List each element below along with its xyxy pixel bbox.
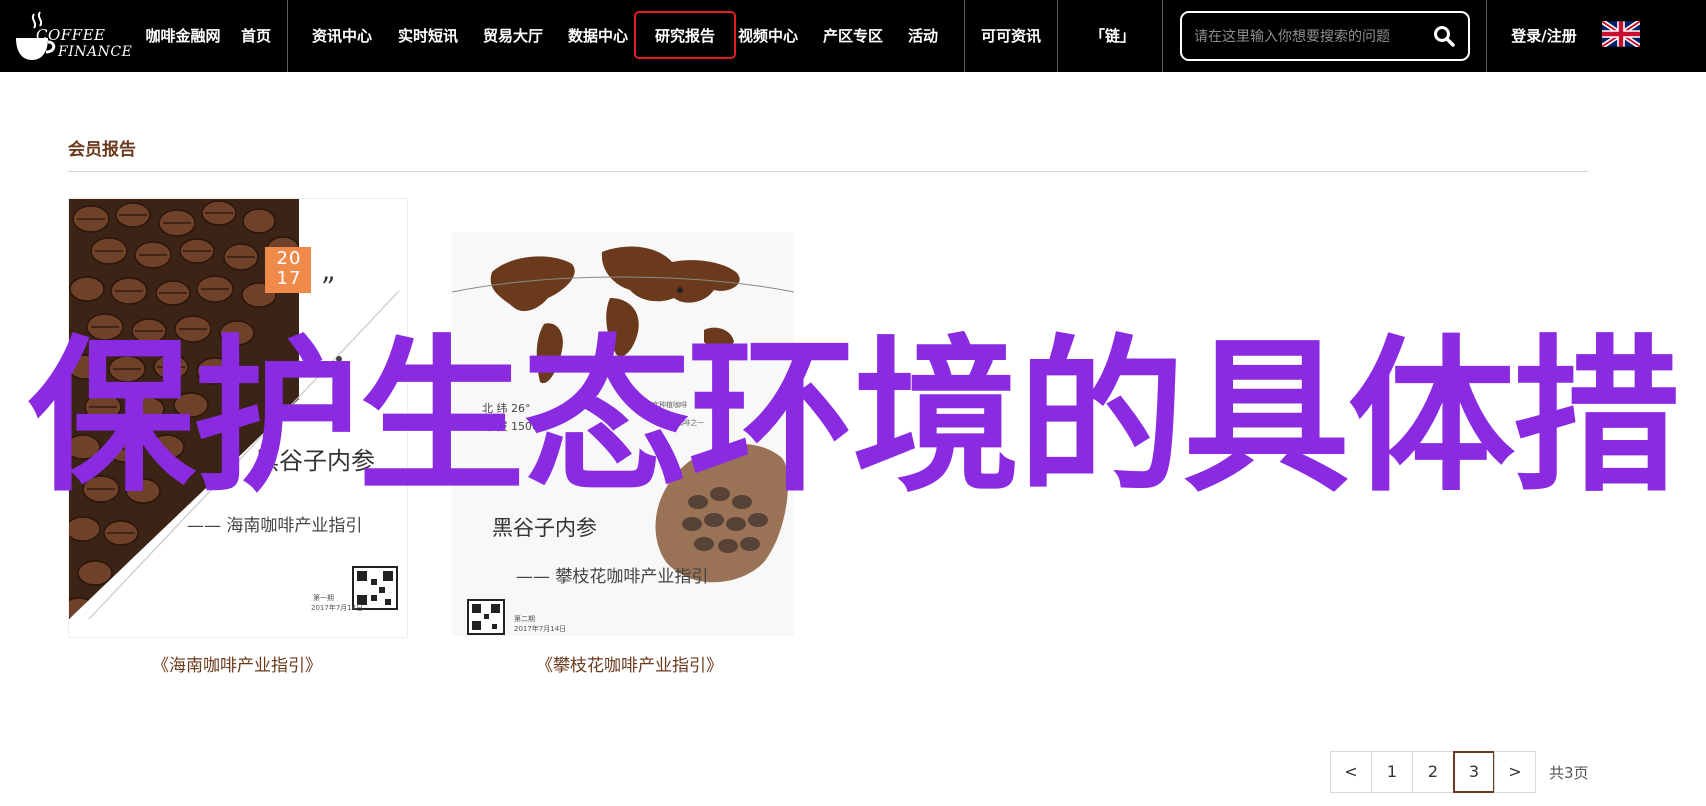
pagination-page-2[interactable]: 2 xyxy=(1412,751,1454,793)
quote-mark-icon: ” xyxy=(321,271,336,304)
pagination-next-button[interactable]: > xyxy=(1494,751,1536,793)
report-date: 2017年7月14日 xyxy=(514,625,567,633)
search-box xyxy=(1180,11,1470,61)
pagination-page-1[interactable]: 1 xyxy=(1371,751,1413,793)
pagination-page-3-current[interactable]: 3 xyxy=(1453,751,1495,793)
nav-divider xyxy=(1057,0,1058,72)
top-navigation-bar: COFFEE FINANCE 咖啡金融网 首页 资讯中心 实时短讯 贸易大厅 数… xyxy=(0,0,1706,72)
report-issue: 第二期 xyxy=(514,615,535,623)
nav-item-cocoa-news[interactable]: 可可资讯 xyxy=(978,0,1044,72)
nav-item-video-center[interactable]: 视频中心 xyxy=(736,0,800,72)
logo-line-2: FINANCE xyxy=(58,44,133,60)
login-register-link[interactable]: 登录/注册 xyxy=(1508,0,1580,72)
nav-item-chain[interactable]: 「链」 xyxy=(1090,0,1135,72)
nav-item-coffee-finance-net[interactable]: 咖啡金融网 xyxy=(144,0,222,72)
section-title: 会员报告 xyxy=(68,140,136,160)
nav-item-origin-zone[interactable]: 产区专区 xyxy=(822,0,884,72)
section-divider xyxy=(68,171,1588,172)
uk-flag-icon[interactable] xyxy=(1602,21,1640,47)
report-subtitle: —— 攀枝花咖啡产业指引 xyxy=(516,567,709,587)
nav-divider xyxy=(287,0,288,72)
search-input[interactable] xyxy=(1194,23,1426,51)
nav-item-flash-news[interactable]: 实时短讯 xyxy=(396,0,460,72)
nav-divider xyxy=(964,0,965,72)
nav-item-data-center[interactable]: 数据中心 xyxy=(566,0,630,72)
pagination-prev-button[interactable]: < xyxy=(1330,751,1372,793)
nav-item-research-report[interactable]: 研究报告 xyxy=(650,0,720,72)
overlay-headline: 保护生态环境的具体措 xyxy=(28,321,1680,515)
report-year-badge: 2017 xyxy=(276,248,302,289)
nav-item-trade-hall[interactable]: 贸易大厅 xyxy=(481,0,545,72)
coffee-finance-logo[interactable]: COFFEE FINANCE xyxy=(12,6,132,64)
report-date: 2017年7月14日 xyxy=(311,604,364,612)
nav-divider xyxy=(1162,0,1163,72)
search-icon[interactable] xyxy=(1432,24,1456,48)
nav-item-news-center[interactable]: 资讯中心 xyxy=(310,0,374,72)
nav-item-events[interactable]: 活动 xyxy=(906,0,940,72)
logo-line-1: COFFEE xyxy=(36,26,106,44)
report-caption-panzhihua[interactable]: 《攀枝花咖啡产业指引》 xyxy=(536,651,723,676)
nav-item-home[interactable]: 首页 xyxy=(236,0,276,72)
nav-divider xyxy=(1486,0,1487,72)
report-caption-hainan[interactable]: 《海南咖啡产业指引》 xyxy=(152,651,322,676)
pagination-total: 共3页 xyxy=(1549,764,1589,782)
report-issue: 第一期 xyxy=(313,594,334,602)
